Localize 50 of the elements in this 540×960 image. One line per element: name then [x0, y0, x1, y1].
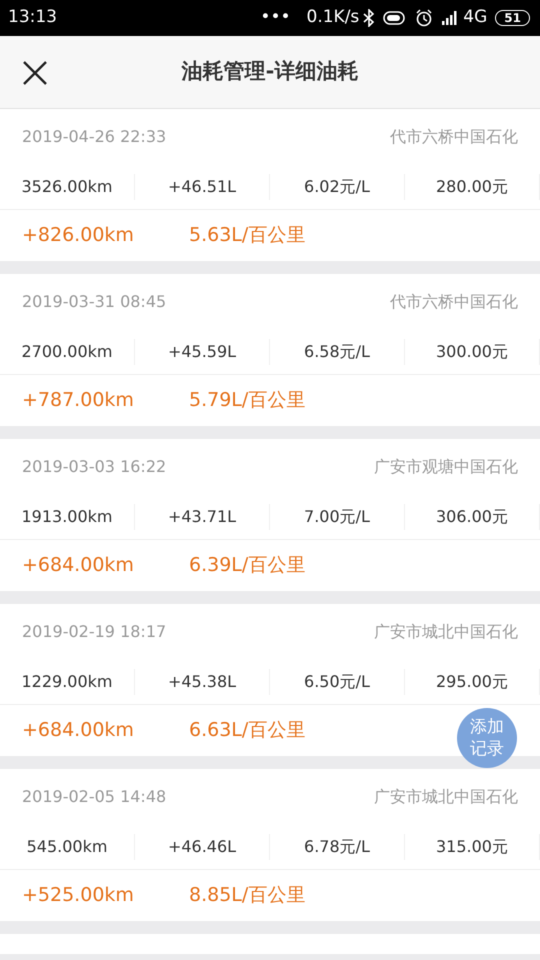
record-datetime: 2019-02-05 14:48	[22, 786, 166, 808]
station-name: 广安市城北中国石化	[374, 620, 518, 642]
record-datetime: 2019-02-19 18:17	[22, 620, 166, 642]
fuel-amount: +45.59L	[135, 338, 270, 364]
odometer-reading: 2700.00km	[0, 338, 135, 364]
alarm-icon	[415, 9, 434, 27]
more-icon: •••	[260, 5, 291, 31]
status-time: 13:13	[8, 6, 57, 30]
station-name: 广安市观塘中国石化	[374, 456, 518, 478]
fuel-price: 7.00元/L	[270, 504, 405, 530]
record-datetime: 2019-03-03 16:22	[22, 456, 166, 478]
fuel-price: 6.50元/L	[270, 668, 405, 694]
station-name: 广安市城北中国石化	[374, 786, 518, 808]
fuel-cost: 300.00元	[405, 338, 540, 364]
distance-driven: +787.00km	[22, 388, 135, 414]
distance-driven: +684.00km	[22, 553, 135, 578]
record-datetime: 2019-04-26 22:33	[22, 126, 166, 148]
fuel-price: 6.78元/L	[270, 834, 405, 860]
fuel-cost: 280.00元	[405, 174, 540, 200]
fuel-amount: +45.38L	[135, 668, 270, 694]
network-speed: 0.1K/s	[306, 6, 360, 30]
fuel-consumption: 5.79L/百公里	[189, 388, 306, 414]
page-title: 油耗管理-详细油耗	[182, 58, 358, 86]
signal-icon	[441, 10, 460, 26]
network-type: 4G	[463, 6, 488, 30]
odometer-reading: 545.00km	[0, 834, 135, 860]
fuel-consumption: 6.39L/百公里	[189, 553, 306, 578]
odometer-reading: 3526.00km	[0, 174, 135, 200]
fuel-price: 6.58元/L	[270, 338, 405, 364]
odometer-reading: 1913.00km	[0, 504, 135, 530]
distance-driven: +684.00km	[22, 718, 135, 744]
fuel-amount: +46.51L	[135, 174, 270, 200]
battery-icon: 51	[495, 10, 530, 26]
fuel-amount: +43.71L	[135, 504, 270, 530]
odometer-reading: 1229.00km	[0, 668, 135, 694]
distance-driven: +826.00km	[22, 223, 135, 248]
station-name: 代市六桥中国石化	[390, 290, 518, 312]
station-name: 代市六桥中国石化	[390, 126, 518, 148]
fuel-consumption: 8.85L/百公里	[189, 883, 306, 908]
fuel-amount: +46.46L	[135, 834, 270, 860]
bluetooth-icon	[363, 9, 376, 27]
fuel-price: 6.02元/L	[270, 174, 405, 200]
fuel-consumption: 5.63L/百公里	[189, 223, 306, 248]
fuel-cost: 315.00元	[405, 834, 540, 860]
fuel-cost: 306.00元	[405, 504, 540, 530]
fuel-cost: 295.00元	[405, 668, 540, 694]
fuel-consumption: 6.63L/百公里	[189, 718, 306, 744]
distance-driven: +525.00km	[22, 883, 135, 908]
record-datetime: 2019-03-31 08:45	[22, 290, 166, 312]
battery-saver-icon	[383, 11, 408, 25]
